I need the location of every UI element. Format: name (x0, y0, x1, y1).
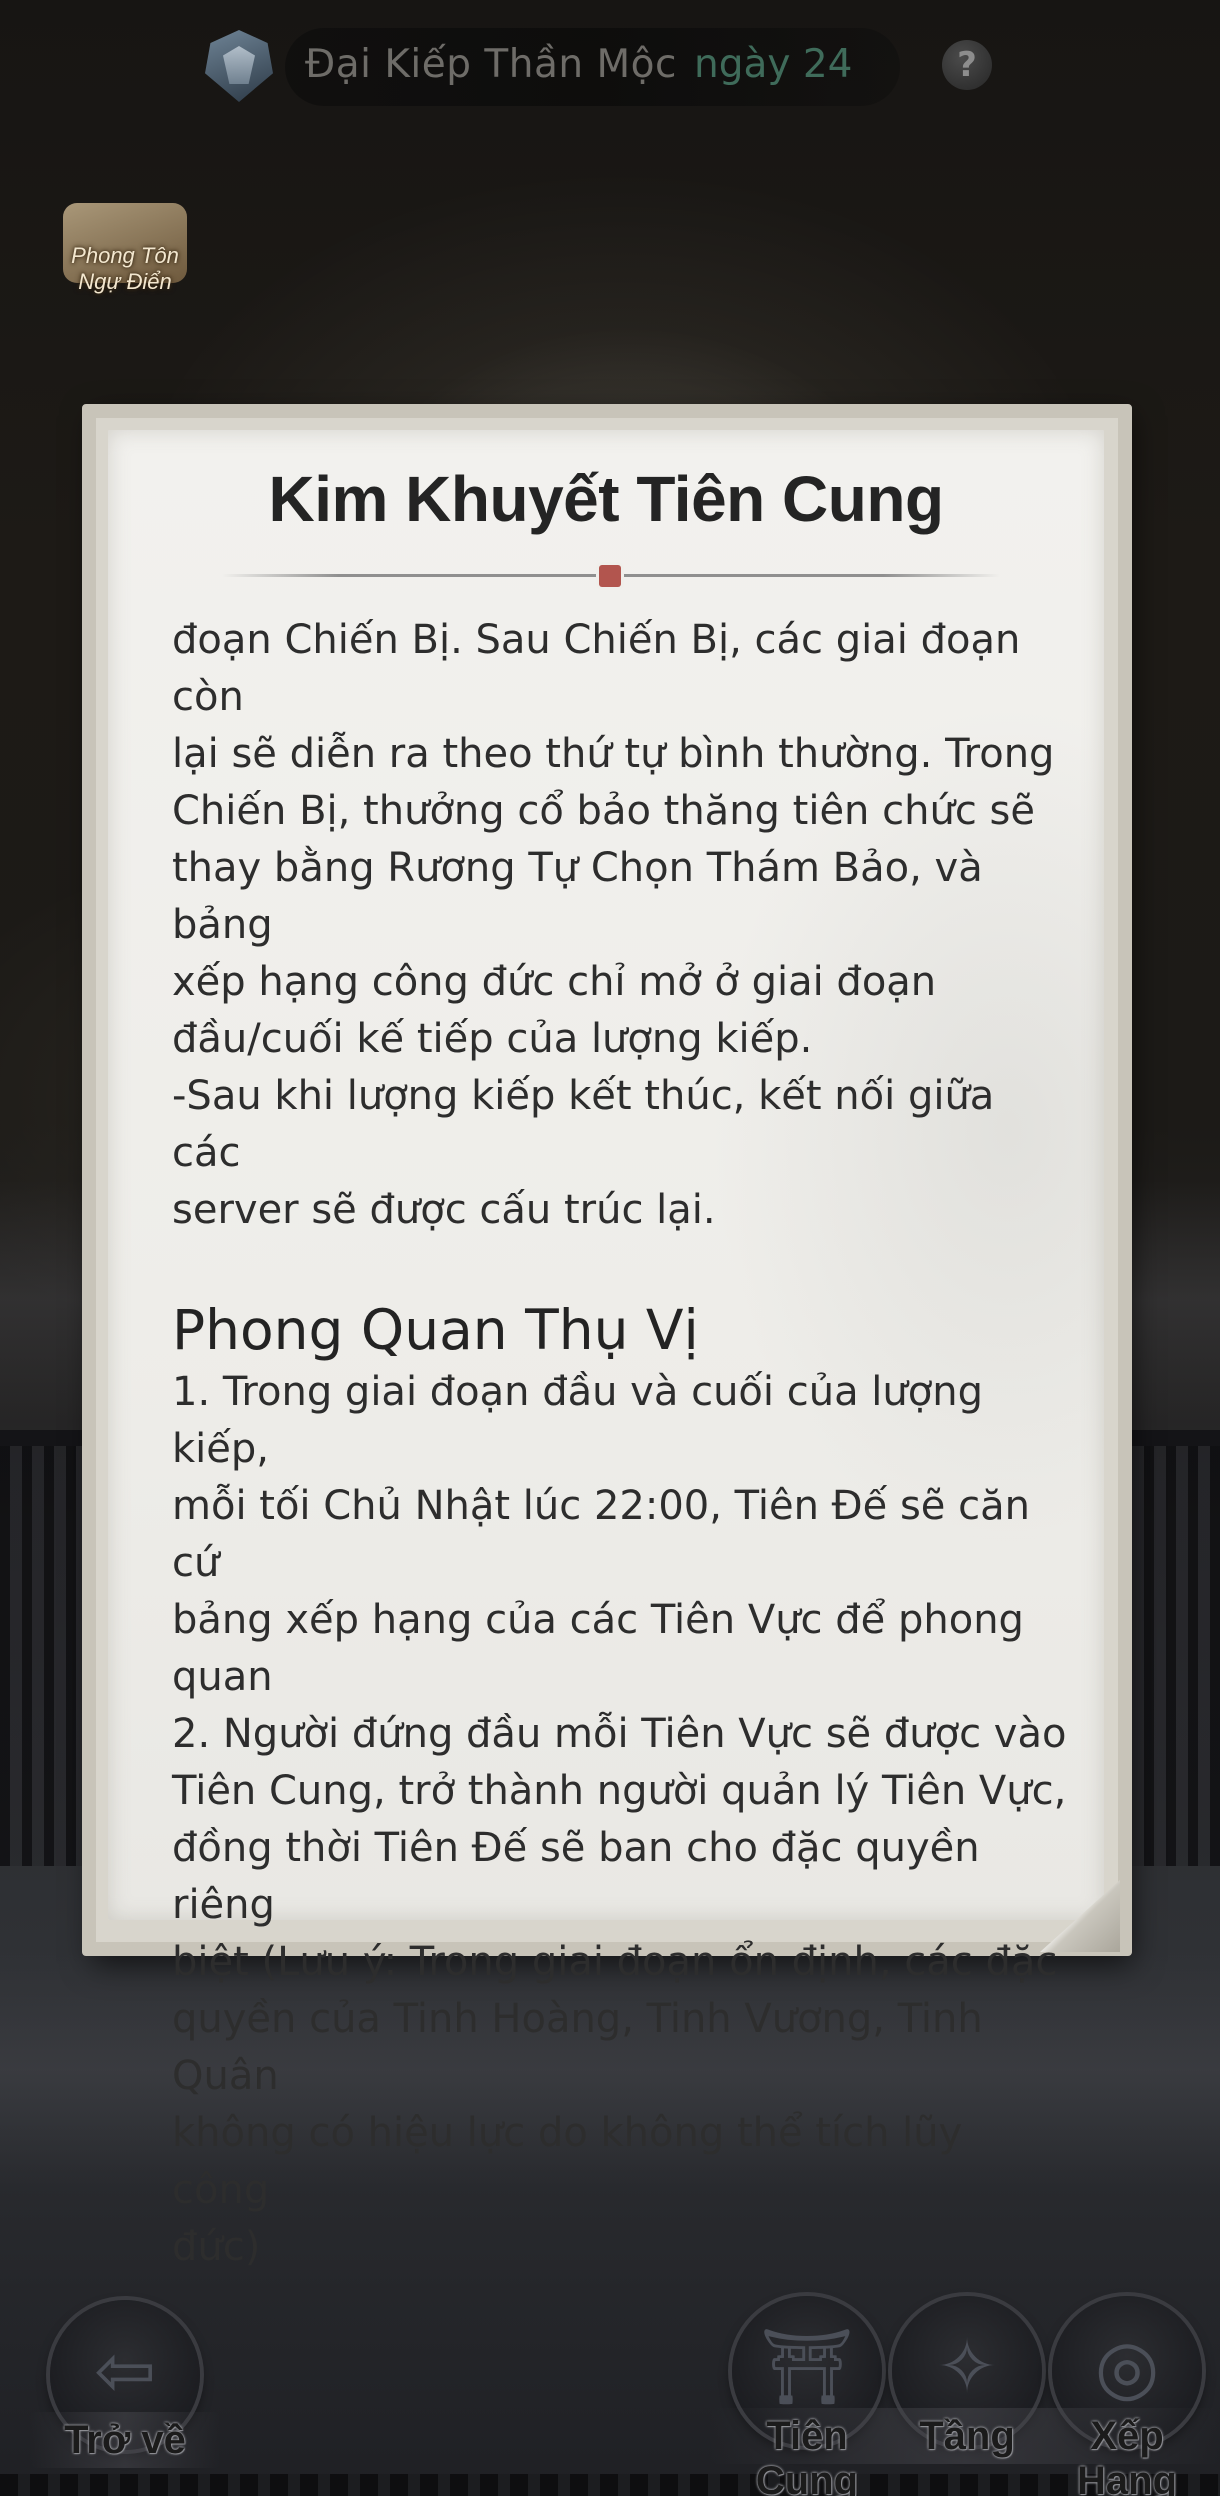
tang-label: Tầng (919, 2414, 1015, 2458)
question-icon: ? (957, 45, 977, 85)
shield-emblem-icon (205, 30, 273, 102)
seal-icon (599, 565, 621, 587)
intro-line: xếp hạng công đức chỉ mở ở giai đoạn (172, 959, 937, 1005)
section-line: bảng xếp hạng của các Tiên Vực để phong (172, 1597, 1024, 1643)
panel-title: Kim Khuyết Tiên Cung (268, 463, 944, 535)
section-line: biệt (Lưu ý: Trong giai đoạn ổn định, cá… (172, 1939, 1058, 1985)
intro-line: đoạn Chiến Bị. Sau Chiến Bị, các giai đo… (172, 617, 1021, 720)
side-badge-line1: Phong Tôn (71, 243, 179, 268)
intro-line: -Sau khi lượng kiếp kết thúc, kết nối gi… (172, 1073, 995, 1176)
screen: Đại Kiếp Thần Mộc ngày 24 ? Phong Tôn Ng… (0, 0, 1220, 2496)
section-line: mỗi tối Chủ Nhật lúc 22:00, Tiên Đế sẽ c… (172, 1483, 1030, 1586)
section-line: Tiên Cung, trở thành người quản lý Tiên … (172, 1768, 1067, 1814)
event-name: Đại Kiếp Thần Mộc (305, 42, 677, 87)
section-line: 2. Người đứng đầu mỗi Tiên Vực sẽ được v… (172, 1711, 1067, 1757)
intro-line: server sẽ được cấu trúc lại. (172, 1187, 716, 1233)
section-line: quan (172, 1654, 273, 1700)
side-badge-label: Phong Tôn Ngự Điển (55, 243, 195, 295)
section-line: quyền của Tinh Hoàng, Tinh Vương, Tinh Q… (172, 1996, 983, 2099)
help-button[interactable]: ? (942, 40, 992, 90)
section-line: 1. Trong giai đoạn đầu và cuối của lượng… (172, 1369, 983, 1472)
section-line: đồng thời Tiên Đế sẽ ban cho đặc quyền r… (172, 1825, 980, 1928)
section-line: đức) (172, 2224, 261, 2270)
panel-content[interactable]: đoạn Chiến Bị. Sau Chiến Bị, các giai đo… (172, 612, 1072, 2276)
back-label: Trở về (64, 2418, 186, 2462)
gate-icon: ⛩ (760, 2324, 854, 2410)
side-badge-line2: Ngự Điển (78, 269, 172, 294)
intro-line: đầu/cuối kế tiếp của lượng kiếp. (172, 1016, 813, 1062)
constellation-icon: ✧ (935, 2324, 998, 2410)
section-line: không có hiệu lực do không thể tích lũy … (172, 2110, 963, 2213)
intro-line: lại sẽ diễn ra theo thứ tự bình thường. … (172, 731, 1055, 777)
intro-line: Chiến Bị, thưởng cổ bảo thăng tiên chức … (172, 788, 1035, 834)
arrow-left-icon: ⇦ (93, 2328, 156, 2414)
top-bar: Đại Kiếp Thần Mộc ngày 24 ? (0, 20, 1220, 110)
section-heading: Phong Quan Thụ Vị (172, 1298, 699, 1362)
phong-ton-ngu-dien-button[interactable]: Phong Tôn Ngự Điển (55, 195, 195, 305)
event-day-count: ngày 24 (694, 42, 853, 87)
intro-line: thay bằng Rương Tự Chọn Thám Bảo, và bản… (172, 845, 983, 948)
banner-icon: ◎ (1094, 2324, 1160, 2410)
xep-hang-label: Xếp Hạng (1077, 2414, 1177, 2496)
tien-cung-label: Tiên Cung (755, 2414, 859, 2496)
